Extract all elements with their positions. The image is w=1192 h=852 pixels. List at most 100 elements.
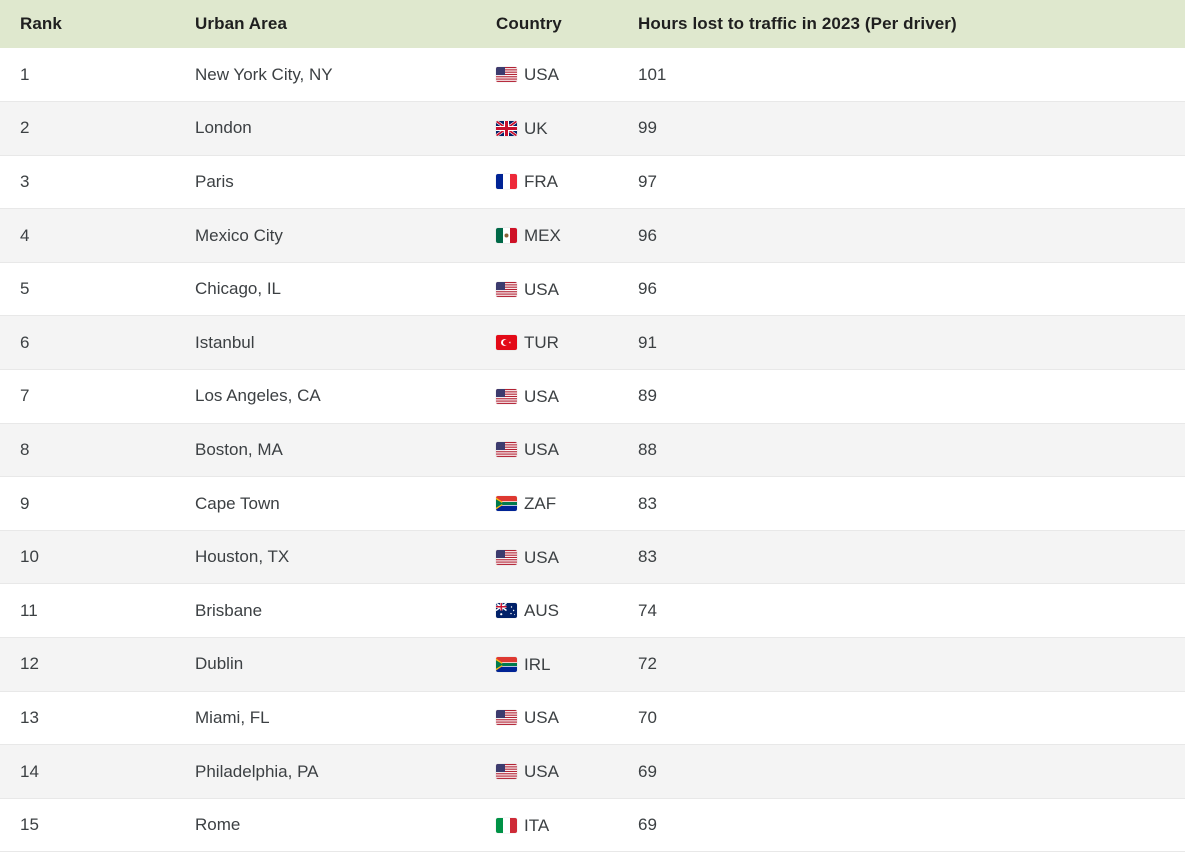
- country-cell: USA: [496, 709, 628, 726]
- table-row[interactable]: 1 New York City, NY USA 101: [0, 48, 1185, 103]
- country-code-label: AUS: [524, 601, 559, 621]
- cell-rank: 3: [0, 155, 177, 210]
- country-code-label: FRA: [524, 172, 558, 192]
- cell-rank: 4: [0, 208, 177, 263]
- table-row[interactable]: 9 Cape Town ZAF 83: [0, 476, 1185, 531]
- traffic-ranking-table: Rank Urban Area Country Hours lost to tr…: [0, 0, 1185, 852]
- country-cell: MEX: [496, 227, 628, 244]
- cell-rank: 14: [0, 744, 177, 799]
- table-row[interactable]: 13 Miami, FL USA 70: [0, 691, 1185, 746]
- cell-urban-area: Rome: [177, 798, 490, 852]
- cell-rank: 10: [0, 530, 177, 585]
- flag-uk-icon: [496, 120, 517, 136]
- cell-hours-lost: 96: [628, 262, 1185, 317]
- table-row[interactable]: 10 Houston, TX USA 83: [0, 530, 1185, 585]
- country-code-label: USA: [524, 386, 559, 406]
- flag-turkey-icon: [496, 335, 517, 351]
- cell-urban-area: Houston, TX: [177, 530, 490, 585]
- flag-usa-icon: [496, 710, 517, 726]
- country-code-label: USA: [524, 440, 559, 460]
- cell-country: USA: [490, 262, 628, 317]
- country-cell: USA: [496, 441, 628, 458]
- country-code-label: ITA: [524, 815, 550, 835]
- country-cell: AUS: [496, 602, 628, 619]
- cell-hours-lost: 96: [628, 208, 1185, 263]
- cell-hours-lost: 69: [628, 798, 1185, 852]
- country-cell: UK: [496, 120, 628, 137]
- table-body: 1 New York City, NY USA 101 2 London UK 99 3 Pari…: [0, 48, 1185, 852]
- table-row[interactable]: 4 Mexico City MEX 96: [0, 208, 1185, 263]
- country-cell: TUR: [496, 334, 628, 351]
- cell-hours-lost: 83: [628, 530, 1185, 585]
- column-header-rank[interactable]: Rank: [0, 0, 177, 48]
- country-code-label: USA: [524, 708, 559, 728]
- flag-australia-icon: [496, 603, 517, 619]
- cell-urban-area: London: [177, 101, 490, 156]
- cell-rank: 5: [0, 262, 177, 317]
- cell-urban-area: Philadelphia, PA: [177, 744, 490, 799]
- cell-urban-area: Paris: [177, 155, 490, 210]
- table-header-row: Rank Urban Area Country Hours lost to tr…: [0, 0, 1185, 48]
- cell-urban-area: Miami, FL: [177, 691, 490, 746]
- table-row[interactable]: 12 Dublin IRL 72: [0, 637, 1185, 692]
- country-code-label: USA: [524, 762, 559, 782]
- flag-usa-icon: [496, 67, 517, 83]
- ranking-table-container: Rank Urban Area Country Hours lost to tr…: [0, 0, 1192, 852]
- flag-usa-icon: [496, 549, 517, 565]
- cell-country: USA: [490, 369, 628, 424]
- cell-country: MEX: [490, 208, 628, 263]
- cell-country: ZAF: [490, 476, 628, 531]
- table-row[interactable]: 5 Chicago, IL USA 96: [0, 262, 1185, 317]
- cell-country: USA: [490, 48, 628, 103]
- table-row[interactable]: 11 Brisbane AUS 74: [0, 583, 1185, 639]
- cell-hours-lost: 101: [628, 48, 1185, 103]
- cell-hours-lost: 69: [628, 744, 1185, 799]
- column-header-hours-lost[interactable]: Hours lost to traffic in 2023 (Per drive…: [628, 0, 1185, 48]
- table-row[interactable]: 7 Los Angeles, CA USA 89: [0, 369, 1185, 424]
- table-row[interactable]: 3 Paris FRA 97: [0, 155, 1185, 210]
- cell-urban-area: Istanbul: [177, 315, 490, 371]
- cell-rank: 1: [0, 48, 177, 103]
- column-header-urban-area[interactable]: Urban Area: [177, 0, 490, 48]
- cell-hours-lost: 72: [628, 637, 1185, 692]
- country-code-label: UK: [524, 118, 548, 138]
- cell-country: USA: [490, 691, 628, 746]
- country-cell: USA: [496, 763, 628, 780]
- table-row[interactable]: 15 Rome ITA 69: [0, 798, 1185, 852]
- flag-usa-icon: [496, 388, 517, 404]
- flag-italy-icon: [496, 817, 517, 833]
- country-code-label: USA: [524, 279, 559, 299]
- cell-hours-lost: 97: [628, 155, 1185, 210]
- flag-south-africa-icon: [496, 496, 517, 512]
- country-code-label: MEX: [524, 226, 561, 246]
- country-code-label: ZAF: [524, 494, 557, 514]
- country-cell: USA: [496, 66, 628, 83]
- cell-hours-lost: 83: [628, 476, 1185, 531]
- country-cell: FRA: [496, 173, 628, 190]
- cell-country: FRA: [490, 155, 628, 210]
- flag-france-icon: [496, 174, 517, 190]
- cell-urban-area: Los Angeles, CA: [177, 369, 490, 424]
- table-row[interactable]: 14 Philadelphia, PA USA 69: [0, 744, 1185, 799]
- cell-country: TUR: [490, 315, 628, 371]
- cell-country: USA: [490, 423, 628, 478]
- cell-urban-area: Chicago, IL: [177, 262, 490, 317]
- table-row[interactable]: 6 Istanbul TUR 91: [0, 315, 1185, 371]
- flag-south-africa-icon: [496, 656, 517, 672]
- cell-urban-area: Mexico City: [177, 208, 490, 263]
- cell-rank: 12: [0, 637, 177, 692]
- country-code-label: TUR: [524, 333, 559, 353]
- table-row[interactable]: 2 London UK 99: [0, 101, 1185, 156]
- cell-rank: 8: [0, 423, 177, 478]
- cell-rank: 13: [0, 691, 177, 746]
- table-row[interactable]: 8 Boston, MA USA 88: [0, 423, 1185, 478]
- country-code-label: IRL: [524, 654, 551, 674]
- cell-rank: 9: [0, 476, 177, 531]
- cell-hours-lost: 88: [628, 423, 1185, 478]
- flag-usa-icon: [496, 442, 517, 458]
- column-header-country[interactable]: Country: [490, 0, 628, 48]
- cell-rank: 2: [0, 101, 177, 156]
- country-code-label: USA: [524, 65, 559, 85]
- cell-rank: 7: [0, 369, 177, 424]
- cell-urban-area: Brisbane: [177, 583, 490, 639]
